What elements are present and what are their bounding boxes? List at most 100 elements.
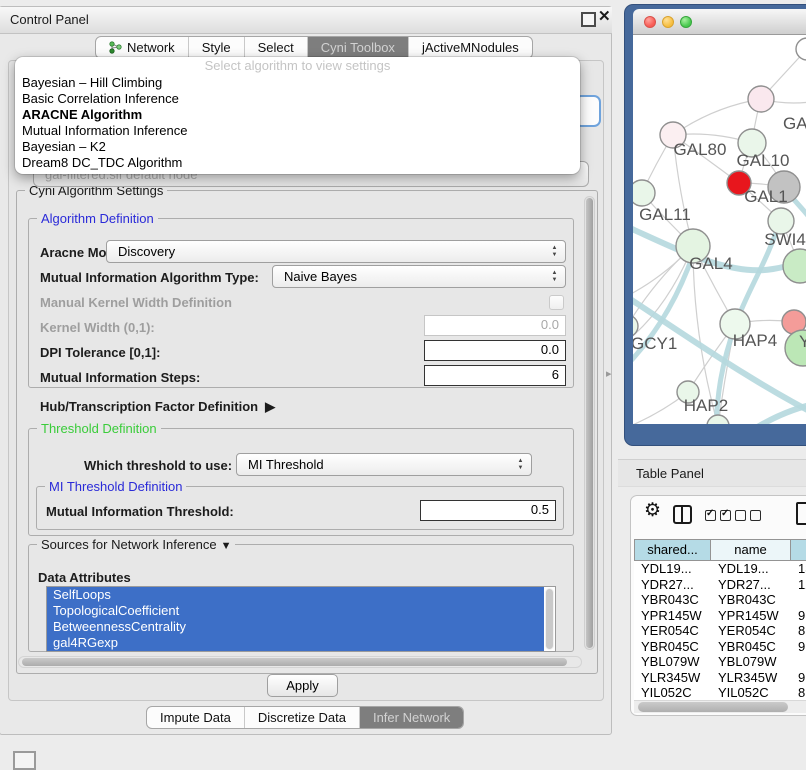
minimize-traffic-light[interactable] (662, 16, 674, 28)
cyni-mode-tab-bar: Impute DataDiscretize DataInfer Network (146, 706, 464, 729)
attribute-item-topologicalcoefficient[interactable]: TopologicalCoefficient (47, 603, 544, 619)
scrollbar-thumb[interactable] (546, 589, 553, 649)
table-cell: 12 (791, 577, 806, 593)
node-label-gal11: GAL11 (639, 205, 691, 224)
popup-item-dream8-dc-tdc-algorithm[interactable]: Dream8 DC_TDC Algorithm (15, 155, 580, 171)
table-cell (791, 592, 806, 608)
attribute-item-selfloops[interactable]: SelfLoops (47, 587, 544, 603)
table-cell: YIL052C (634, 685, 711, 700)
table-cell: 9. (791, 670, 806, 686)
which-threshold-combo[interactable]: MI Threshold ▲▼ (236, 453, 532, 476)
panel-divider-arrow[interactable]: ▸ (606, 367, 612, 380)
node-label-gal80: GAL80 (674, 140, 727, 159)
table-row[interactable]: YBL079WYBL079W (634, 654, 806, 670)
settings-horizontal-scrollbar[interactable] (18, 656, 582, 668)
mi-steps-field[interactable]: 6 (424, 365, 566, 386)
attribute-item-betweennesscentrality[interactable]: BetweennessCentrality (47, 619, 544, 635)
stepper-arrows-icon: ▲▼ (549, 270, 560, 284)
split-view-icon[interactable] (673, 505, 692, 524)
table-row[interactable]: YIL052CYIL052C8. (634, 685, 806, 700)
unchecked-box-icon (750, 510, 761, 521)
table-row[interactable]: YBR045CYBR045C9. (634, 639, 806, 655)
table-cell: YDR27... (634, 577, 711, 593)
application-background: { "control_panel": { "title": "Control P… (0, 0, 806, 762)
scrollbar-thumb[interactable] (22, 658, 567, 666)
tab-select[interactable]: Select (244, 37, 307, 58)
table-cell: YPR145W (711, 608, 791, 624)
network-node-bottom-partial[interactable] (707, 415, 729, 424)
manual-kernel-width-label: Manual Kernel Width Definition (40, 295, 232, 311)
node-label-gcy1: GCY1 (633, 334, 677, 353)
popup-item-bayesian-k2[interactable]: Bayesian – K2 (15, 139, 580, 155)
tab-style[interactable]: Style (188, 37, 244, 58)
apply-button[interactable]: Apply (267, 674, 338, 697)
network-node-swi4[interactable] (783, 249, 806, 283)
float-window-button[interactable] (581, 12, 596, 27)
tab-impute-data[interactable]: Impute Data (147, 707, 244, 728)
table-row[interactable]: YER054CYER054C8. (634, 623, 806, 639)
table-row[interactable]: YDL19...YDL19...13 (634, 561, 806, 577)
table-cell: YER054C (711, 623, 791, 639)
settings-vertical-scrollbar[interactable] (584, 196, 595, 650)
gear-icon[interactable]: ⚙ (644, 499, 661, 522)
hub-definition-toggle[interactable]: Hub/Transcription Factor Definition▶ (40, 399, 275, 415)
table-cell: YBR043C (711, 592, 791, 608)
scrollbar-thumb[interactable] (638, 702, 788, 712)
threshold-definition-title: Threshold Definition (37, 421, 161, 436)
deselect-all-icon[interactable] (735, 510, 761, 521)
mi-steps-label: Mutual Information Steps: (40, 370, 200, 386)
scrollbar-thumb[interactable] (586, 198, 593, 648)
tab-discretize-data[interactable]: Discretize Data (244, 707, 359, 728)
network-node-gal11[interactable] (633, 180, 655, 206)
column-header-name[interactable]: name (711, 539, 791, 561)
list-vertical-scrollbar[interactable] (545, 588, 554, 650)
table-body: YDL19...YDL19...13YDR27...YDR27...12YBR0… (634, 561, 806, 700)
aracne-mode-combo[interactable]: Discovery ▲▼ (106, 240, 566, 263)
table-cell: YBR045C (711, 639, 791, 655)
close-traffic-light[interactable] (644, 16, 656, 28)
column-header-a[interactable]: A (791, 539, 806, 561)
table-row[interactable]: YDR27...YDR27...12 (634, 577, 806, 593)
network-graph: GALGAL80GAL10GAL1GAL11SWI4GAL4GCY1HAP4YH… (633, 35, 806, 424)
table-cell: YBL079W (634, 654, 711, 670)
table-horizontal-scrollbar[interactable] (634, 700, 806, 713)
popup-item-mutual-information-inference[interactable]: Mutual Information Inference (15, 123, 580, 139)
close-panel-button[interactable]: ✕ (598, 9, 611, 25)
tab-network[interactable]: Network (96, 37, 188, 58)
popup-item-bayesian-hill-climbing[interactable]: Bayesian – Hill Climbing (15, 75, 580, 91)
zoom-traffic-light[interactable] (680, 16, 692, 28)
table-cell: YDL19... (711, 561, 791, 577)
document-icon[interactable] (796, 502, 806, 525)
attribute-item-gal4rgexp[interactable]: gal4RGexp (47, 635, 544, 651)
control-panel-title: Control Panel (10, 12, 89, 27)
table-panel-titlebar[interactable]: Table Panel (618, 459, 806, 487)
mi-algorithm-type-combo[interactable]: Naive Bayes ▲▼ (272, 265, 566, 288)
tab-infer-network[interactable]: Infer Network (359, 707, 463, 728)
control-panel-titlebar[interactable]: Control Panel (0, 7, 612, 34)
popup-item-basic-correlation-inference[interactable]: Basic Correlation Inference (15, 91, 580, 107)
table-row[interactable]: YBR043CYBR043C (634, 592, 806, 608)
tab-jactivemnodules[interactable]: jActiveMNodules (408, 37, 532, 58)
sources-group-title[interactable]: Sources for Network Inference▼ (37, 537, 235, 554)
kernel-width-field[interactable]: 0.0 (424, 315, 566, 336)
select-all-icon[interactable] (705, 510, 731, 521)
network-canvas[interactable]: GALGAL80GAL10GAL1GAL11SWI4GAL4GCY1HAP4YH… (633, 35, 806, 424)
table-row[interactable]: YPR145WYPR145W9. (634, 608, 806, 624)
network-window-titlebar[interactable] (633, 9, 806, 35)
column-header-shared[interactable]: shared... (634, 539, 711, 561)
network-view-window[interactable]: GALGAL80GAL10GAL1GAL11SWI4GAL4GCY1HAP4YH… (625, 5, 806, 445)
bottom-left-widget[interactable] (13, 751, 36, 770)
kernel-width-label: Kernel Width (0,1): (40, 320, 155, 336)
table-row[interactable]: YLR345WYLR345W9. (634, 670, 806, 686)
mi-threshold-field[interactable]: 0.5 (420, 500, 556, 521)
network-node-unlabeled-top[interactable] (796, 38, 806, 60)
table-cell: YLR345W (711, 670, 791, 686)
data-attributes-list[interactable]: SelfLoopsTopologicalCoefficientBetweenne… (46, 586, 556, 652)
popup-item-aracne-algorithm[interactable]: ARACNE Algorithm (15, 107, 580, 123)
table-cell: 8. (791, 685, 806, 700)
network-node-gal-partial[interactable] (748, 86, 774, 112)
dpi-tolerance-field[interactable]: 0.0 (424, 340, 566, 361)
table-cell (791, 654, 806, 670)
manual-kernel-width-checkbox[interactable] (549, 295, 564, 310)
tab-cyni-toolbox[interactable]: Cyni Toolbox (307, 37, 408, 58)
